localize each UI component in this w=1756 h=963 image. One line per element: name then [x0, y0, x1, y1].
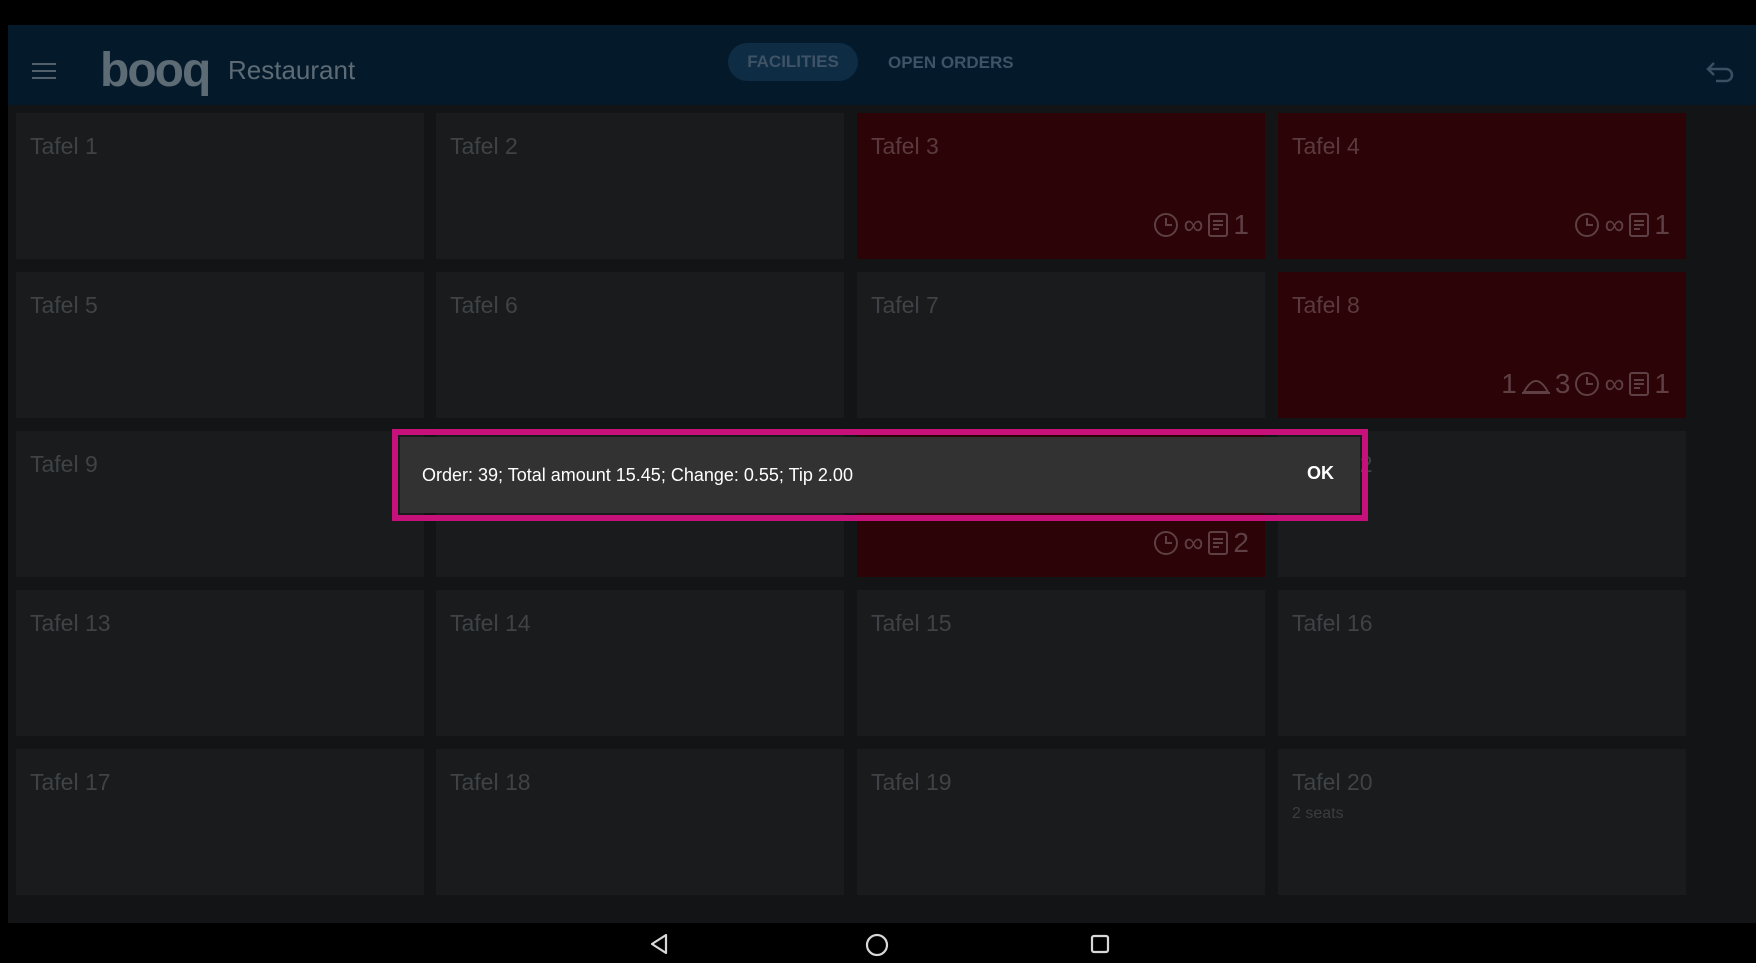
tab-open-orders[interactable]: OPEN ORDERS	[888, 53, 1014, 73]
service-bell-icon	[1521, 380, 1550, 394]
table-name: Tafel 13	[30, 610, 111, 636]
clock-icon	[1575, 372, 1600, 396]
undo-back-icon[interactable]	[1704, 57, 1736, 85]
tab-facilities[interactable]: FACILITIES	[728, 43, 858, 81]
table-name: Tafel 5	[30, 292, 98, 318]
nav-back-icon[interactable]	[648, 933, 670, 955]
nav-home-icon[interactable]	[865, 933, 889, 957]
table-tile[interactable]: Tafel 14	[436, 590, 844, 736]
table-name: Tafel 1	[30, 133, 98, 159]
snackbar-ok-button[interactable]: OK	[1307, 463, 1334, 484]
table-tile[interactable]: Tafel 3 ∞ 1	[857, 113, 1265, 259]
order-count: 1	[1233, 209, 1249, 240]
table-name: Tafel 16	[1292, 610, 1373, 636]
snackbar: Order: 39; Total amount 15.45; Change: 0…	[400, 437, 1360, 513]
infinity-icon: ∞	[1604, 209, 1625, 240]
clock-icon	[1154, 213, 1179, 237]
table-tile[interactable]: Tafel 8 1 3 ∞ 1	[1278, 272, 1686, 418]
course-count: 3	[1554, 368, 1571, 399]
table-tile[interactable]: Tafel 18	[436, 749, 844, 895]
clock-icon	[1575, 213, 1600, 237]
table-name: Tafel 6	[450, 292, 518, 318]
table-tile[interactable]: Tafel 6	[436, 272, 844, 418]
table-name: Tafel 17	[30, 769, 111, 795]
receipt-icon	[1208, 531, 1229, 555]
status-bar	[8, 5, 1756, 25]
snackbar-message: Order: 39; Total amount 15.45; Change: 0…	[422, 465, 853, 485]
table-name: Tafel 19	[871, 769, 952, 795]
table-name: Tafel 2	[450, 133, 518, 159]
table-seats: 2 seats	[1292, 805, 1344, 822]
order-count: 1	[1654, 209, 1670, 240]
table-tile[interactable]: Tafel 19	[857, 749, 1265, 895]
table-tile[interactable]: Tafel 15	[857, 590, 1265, 736]
menu-icon[interactable]	[32, 63, 56, 81]
receipt-icon	[1629, 213, 1650, 237]
table-tile[interactable]: Tafel 13	[16, 590, 424, 736]
table-name: Tafel 7	[871, 292, 939, 318]
table-name: Tafel 14	[450, 610, 531, 636]
table-tile[interactable]: Tafel 20 2 seats	[1278, 749, 1686, 895]
table-name: Tafel 4	[1292, 133, 1360, 159]
booq-logo: booq	[100, 44, 211, 97]
infinity-icon: ∞	[1604, 368, 1625, 399]
nav-recents-icon[interactable]	[1090, 934, 1110, 954]
order-count: 2	[1233, 527, 1249, 558]
table-tile[interactable]: Tafel 5	[16, 272, 424, 418]
table-tile[interactable]: Tafel 4 ∞ 1	[1278, 113, 1686, 259]
table-name: Tafel 15	[871, 610, 952, 636]
table-status: ∞ 1	[1153, 209, 1249, 241]
clock-icon	[1154, 531, 1179, 555]
table-name: Tafel 20	[1292, 769, 1373, 795]
table-tile[interactable]: Tafel 17	[16, 749, 424, 895]
table-tile[interactable]: Tafel 2	[436, 113, 844, 259]
guest-count: 1	[1501, 368, 1517, 399]
table-name: Tafel 9	[30, 451, 98, 477]
receipt-icon	[1629, 372, 1650, 396]
table-tile[interactable]: Tafel 16	[1278, 590, 1686, 736]
table-tile[interactable]: Tafel 9	[16, 431, 424, 577]
android-nav-bar	[8, 923, 1756, 963]
table-tile[interactable]: Tafel 1	[16, 113, 424, 259]
table-name: Tafel 3	[871, 133, 939, 159]
infinity-icon: ∞	[1183, 527, 1204, 558]
receipt-icon	[1208, 213, 1229, 237]
app-title: Restaurant	[228, 55, 356, 85]
table-status: 1 3 ∞ 1	[1501, 368, 1670, 400]
order-count: 1	[1654, 368, 1670, 399]
table-status: ∞ 2	[1153, 527, 1249, 559]
table-status: ∞ 1	[1574, 209, 1670, 241]
app-bar: booq Restaurant FACILITIES OPEN ORDERS	[8, 25, 1756, 105]
table-name: Tafel 8	[1292, 292, 1360, 318]
table-tile[interactable]: Tafel 7	[857, 272, 1265, 418]
table-name: Tafel 18	[450, 769, 531, 795]
infinity-icon: ∞	[1183, 209, 1204, 240]
